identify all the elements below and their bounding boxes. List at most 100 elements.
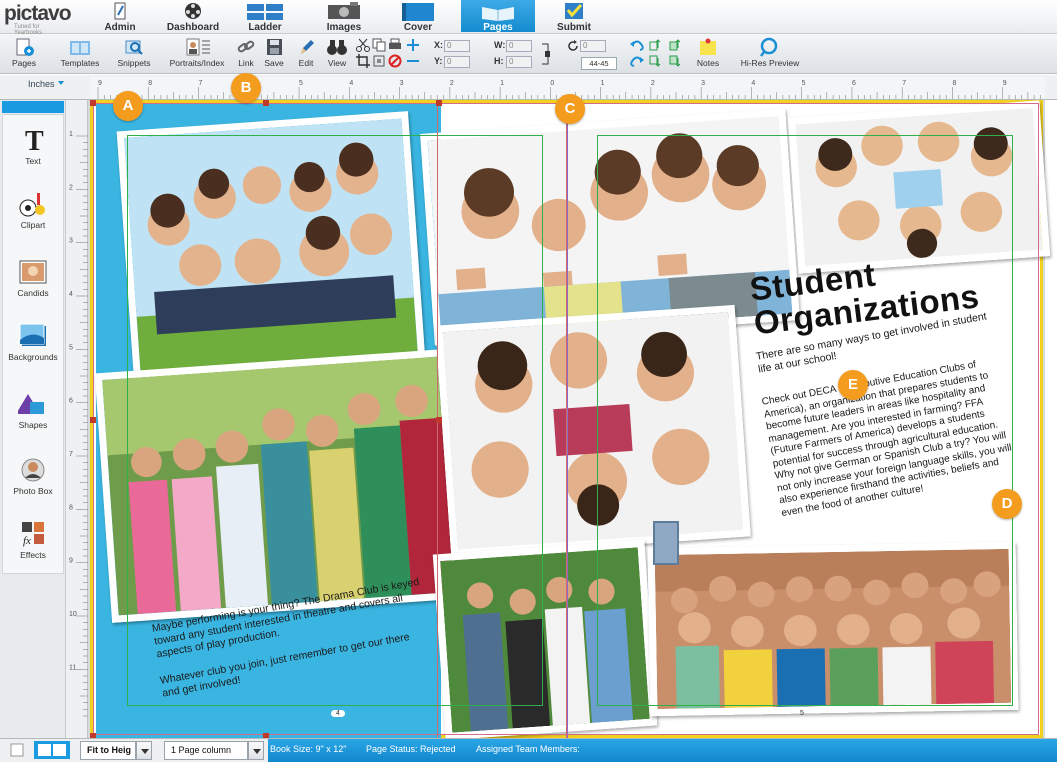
pages-menu-button[interactable]: Pages — [4, 37, 44, 68]
bring-to-front-icon[interactable] — [668, 38, 682, 52]
page-spread[interactable]: Student Organizations There are so many … — [90, 73, 1051, 741]
zoom-dropdown-arrow[interactable] — [136, 741, 152, 760]
selection-handle-tl[interactable] — [90, 100, 96, 106]
h-label: H: — [494, 56, 504, 66]
frame-icon[interactable] — [372, 54, 386, 68]
selection-handle-tm[interactable] — [263, 100, 269, 106]
cut-scissors-icon[interactable] — [356, 38, 370, 52]
undo-icon[interactable] — [630, 38, 644, 52]
view-menu-button[interactable]: View — [322, 37, 352, 68]
clipart-icon — [19, 193, 45, 217]
sidebar-tool-shapes[interactable]: Shapes — [0, 390, 66, 430]
spread-view-icon[interactable] — [34, 741, 70, 759]
vertical-ruler-tick-label: 2 — [69, 184, 73, 191]
nav-tab-ladder[interactable]: Ladder — [240, 0, 290, 33]
portraits-index-menu-button[interactable]: Portraits/Index — [164, 37, 230, 68]
book-size-status: Book Size: 9" x 12" — [270, 744, 347, 754]
backgrounds-icon — [19, 323, 46, 346]
sidebar-header — [2, 101, 64, 113]
copy-icon[interactable] — [372, 38, 386, 52]
zoom-select[interactable]: Fit to Heig — [80, 741, 136, 760]
nav-tab-submit[interactable]: Submit — [548, 0, 600, 33]
width-input[interactable]: 0 — [506, 40, 532, 52]
notes-menu-button[interactable]: Notes — [690, 37, 726, 68]
ladder-pages-icon — [247, 4, 283, 20]
nav-tab-images[interactable]: Images — [318, 0, 370, 33]
y-position-input[interactable]: 0 — [444, 56, 470, 68]
candids-icon — [19, 260, 47, 284]
magnifier-icon — [760, 37, 778, 57]
ruler-tick-label: 7 — [902, 80, 906, 87]
save-button[interactable]: Save — [262, 37, 286, 68]
callout-marker-b: B — [231, 73, 261, 103]
link-button[interactable]: Link — [234, 37, 258, 68]
page-range-display: 44-45 — [581, 57, 617, 70]
vertical-ruler-tick-label: 8 — [69, 504, 73, 511]
sidebar-tool-candids[interactable]: Candids — [0, 258, 66, 298]
column-dropdown-arrow[interactable] — [248, 741, 264, 760]
rotate-icon[interactable] — [566, 39, 580, 53]
ruler-tick-label: 1 — [500, 80, 504, 87]
pages-add-icon — [16, 38, 34, 56]
ruler-tick-label: 5 — [299, 80, 303, 87]
add-element-icon[interactable] — [406, 38, 420, 52]
left-page-number: 4 — [331, 710, 345, 717]
templates-menu-button[interactable]: Templates — [56, 37, 104, 68]
redo-icon[interactable] — [630, 54, 644, 68]
page-status: Page Status: Rejected — [366, 744, 456, 754]
sidebar-tool-text[interactable]: T Text — [0, 126, 66, 166]
notes-sticky-icon — [700, 38, 716, 55]
column-select[interactable]: 1 Page column — [164, 741, 248, 760]
text-tool-icon: T — [25, 126, 44, 154]
effects-icon: fx — [22, 522, 44, 547]
vertical-ruler: 1 2 3 4 5 6 7 8 9 10 11 — [66, 100, 88, 740]
nav-tab-admin[interactable]: Admin — [92, 0, 148, 33]
crop-icon[interactable] — [356, 54, 370, 68]
nav-tab-cover[interactable]: Cover — [392, 0, 444, 33]
ruler-tick-label: 9 — [98, 80, 102, 87]
sidebar-tool-effects[interactable]: fx Effects — [0, 520, 66, 560]
nav-tab-pages[interactable]: Pages — [461, 0, 535, 33]
x-position-input[interactable]: 0 — [444, 40, 470, 52]
vertical-ruler-tick-label: 3 — [69, 238, 73, 245]
ruler-tick-label: 9 — [1003, 80, 1007, 87]
ruler-tick-label: 1 — [601, 80, 605, 87]
ruler-tick-label: 3 — [701, 80, 705, 87]
single-page-view-icon[interactable] — [10, 743, 24, 757]
rotation-input[interactable]: 0 — [580, 40, 606, 52]
send-to-back-icon[interactable] — [668, 54, 682, 68]
tools-sidebar: T Text Clipart Candids Backgrounds Shape… — [0, 100, 66, 740]
edit-menu-button[interactable]: Edit — [292, 37, 320, 68]
pages-book-icon — [482, 7, 514, 21]
images-camera-icon — [328, 2, 360, 19]
sidebar-tool-backgrounds[interactable]: Backgrounds — [0, 322, 66, 362]
pictavo-logo: pictavo Tuned for Yearbooks — [4, 2, 72, 36]
delete-no-icon[interactable] — [388, 54, 402, 68]
team-members-status: Assigned Team Members: — [476, 744, 580, 754]
nav-tab-dashboard[interactable]: Dashboard — [162, 0, 224, 33]
units-dropdown[interactable]: Inches — [28, 79, 55, 89]
selection-handle-tr[interactable] — [436, 100, 442, 106]
link-chain-icon — [237, 40, 255, 53]
dashboard-film-reel-icon — [185, 3, 201, 19]
ruler-tick-label: 3 — [400, 80, 404, 87]
snippets-menu-button[interactable]: Snippets — [112, 37, 156, 68]
design-canvas[interactable]: Student Organizations There are so many … — [88, 73, 1051, 741]
units-caret-icon[interactable] — [58, 81, 64, 85]
selection-handle-ml[interactable] — [90, 417, 96, 423]
sidebar-tool-clipart[interactable]: Clipart — [0, 190, 66, 230]
svg-text:fx: fx — [23, 535, 31, 547]
save-floppy-icon — [267, 39, 282, 55]
bring-forward-icon[interactable] — [648, 38, 662, 52]
svg-text:T: T — [25, 126, 44, 154]
selection-handle-mr[interactable] — [436, 417, 442, 423]
height-input[interactable]: 0 — [506, 56, 532, 68]
remove-element-icon[interactable] — [406, 54, 420, 68]
aspect-lock-icon[interactable] — [540, 40, 552, 68]
sidebar-tool-photo-box[interactable]: Photo Box — [0, 456, 66, 496]
send-backward-icon[interactable] — [648, 54, 662, 68]
logo-wordmark: pictavo — [4, 2, 72, 25]
print-icon[interactable] — [388, 38, 402, 52]
hires-preview-button[interactable]: Hi-Res Preview — [738, 37, 802, 68]
empty-photo-placeholder[interactable] — [653, 521, 679, 565]
